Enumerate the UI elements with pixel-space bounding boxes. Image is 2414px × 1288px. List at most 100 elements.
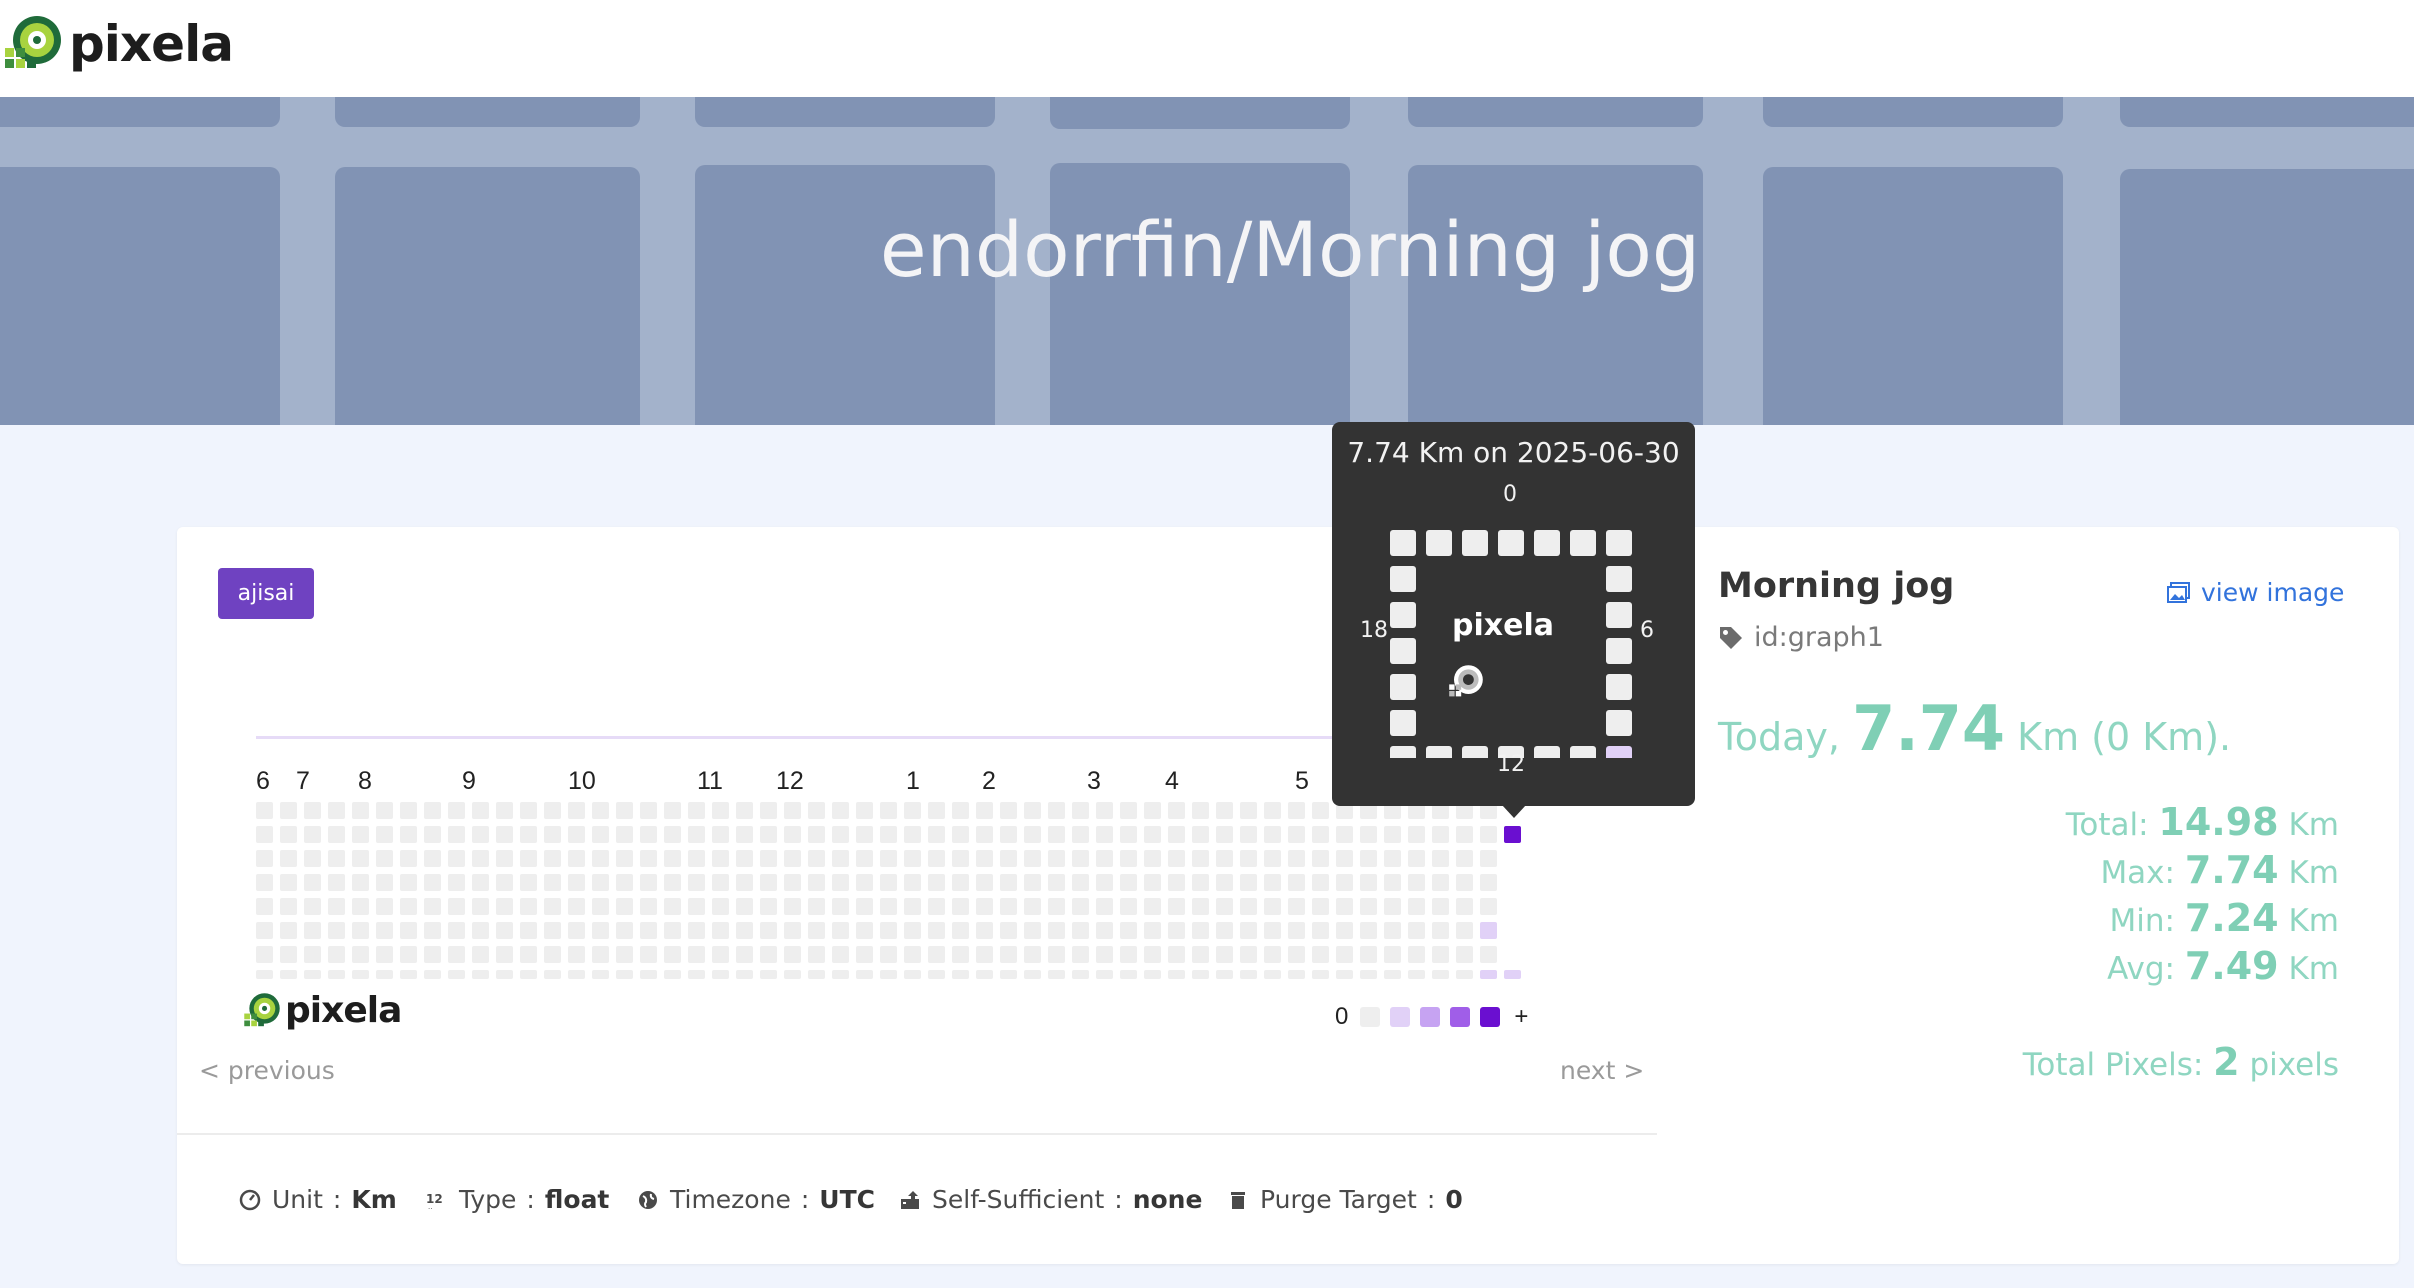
grid-pixel[interactable]	[736, 970, 753, 979]
grid-pixel[interactable]	[1336, 946, 1353, 963]
grid-pixel[interactable]	[256, 826, 273, 843]
grid-pixel[interactable]	[448, 826, 465, 843]
grid-pixel[interactable]	[1192, 874, 1209, 891]
grid-pixel[interactable]	[736, 946, 753, 963]
grid-pixel[interactable]	[496, 922, 513, 939]
grid-pixel[interactable]	[1072, 802, 1089, 819]
grid-pixel[interactable]	[1384, 874, 1401, 891]
grid-pixel[interactable]	[1312, 874, 1329, 891]
grid-pixel[interactable]	[568, 898, 585, 915]
grid-pixel[interactable]	[1384, 898, 1401, 915]
grid-pixel[interactable]	[376, 898, 393, 915]
grid-pixel[interactable]	[880, 898, 897, 915]
grid-pixel[interactable]	[1480, 826, 1497, 843]
grid-pixel[interactable]	[1072, 826, 1089, 843]
grid-pixel[interactable]	[1336, 850, 1353, 867]
grid-pixel[interactable]	[712, 850, 729, 867]
pixela-footer-logo[interactable]: pixela	[243, 990, 402, 1031]
grid-pixel[interactable]	[1360, 970, 1377, 979]
grid-pixel[interactable]	[640, 874, 657, 891]
grid-pixel[interactable]	[400, 898, 417, 915]
grid-pixel[interactable]	[1072, 922, 1089, 939]
theme-tag[interactable]: ajisai	[218, 568, 314, 619]
grid-pixel[interactable]	[424, 922, 441, 939]
grid-pixel[interactable]	[784, 802, 801, 819]
grid-pixel[interactable]	[472, 970, 489, 979]
grid-pixel[interactable]	[1168, 850, 1185, 867]
grid-pixel[interactable]	[1192, 946, 1209, 963]
grid-pixel[interactable]	[1000, 970, 1017, 979]
grid-pixel[interactable]	[808, 970, 825, 979]
grid-pixel[interactable]	[1264, 922, 1281, 939]
grid-pixel[interactable]	[1144, 802, 1161, 819]
grid-pixel[interactable]	[304, 850, 321, 867]
grid-pixel[interactable]	[928, 970, 945, 979]
grid-pixel[interactable]	[712, 826, 729, 843]
grid-pixel[interactable]	[496, 874, 513, 891]
grid-pixel[interactable]	[1120, 922, 1137, 939]
grid-pixel[interactable]	[1048, 802, 1065, 819]
grid-pixel[interactable]	[688, 850, 705, 867]
grid-pixel[interactable]	[1480, 946, 1497, 963]
grid-pixel[interactable]	[256, 874, 273, 891]
grid-pixel[interactable]	[328, 826, 345, 843]
grid-pixel[interactable]	[1432, 850, 1449, 867]
grid-pixel[interactable]	[856, 850, 873, 867]
grid-pixel[interactable]	[568, 946, 585, 963]
grid-pixel[interactable]	[1360, 826, 1377, 843]
grid-pixel[interactable]	[1216, 826, 1233, 843]
grid-pixel[interactable]	[400, 802, 417, 819]
grid-pixel[interactable]	[904, 946, 921, 963]
grid-pixel[interactable]	[424, 802, 441, 819]
grid-pixel[interactable]	[616, 826, 633, 843]
grid-pixel[interactable]	[1168, 922, 1185, 939]
grid-pixel[interactable]	[952, 850, 969, 867]
grid-pixel[interactable]	[472, 850, 489, 867]
grid-pixel[interactable]	[304, 874, 321, 891]
grid-pixel[interactable]	[1048, 922, 1065, 939]
grid-pixel[interactable]	[1264, 850, 1281, 867]
grid-pixel[interactable]	[1216, 922, 1233, 939]
grid-pixel[interactable]	[400, 826, 417, 843]
grid-pixel[interactable]	[568, 970, 585, 979]
grid-pixel[interactable]	[472, 826, 489, 843]
grid-pixel[interactable]	[520, 850, 537, 867]
grid-pixel[interactable]	[880, 946, 897, 963]
grid-pixel[interactable]	[1048, 946, 1065, 963]
grid-pixel[interactable]	[640, 922, 657, 939]
grid-pixel[interactable]	[304, 970, 321, 979]
grid-pixel[interactable]	[1072, 970, 1089, 979]
grid-pixel[interactable]	[1336, 922, 1353, 939]
grid-pixel[interactable]	[352, 802, 369, 819]
grid-pixel[interactable]	[520, 898, 537, 915]
grid-pixel[interactable]	[1048, 898, 1065, 915]
pixela-logo[interactable]: pixela	[3, 14, 234, 74]
grid-pixel[interactable]	[280, 922, 297, 939]
grid-pixel[interactable]	[1120, 970, 1137, 979]
grid-pixel[interactable]	[304, 898, 321, 915]
grid-pixel[interactable]	[520, 826, 537, 843]
grid-pixel[interactable]	[472, 898, 489, 915]
grid-pixel[interactable]	[832, 874, 849, 891]
grid-pixel[interactable]	[1456, 898, 1473, 915]
grid-pixel[interactable]	[856, 946, 873, 963]
grid-pixel[interactable]	[1000, 898, 1017, 915]
grid-pixel[interactable]	[832, 970, 849, 979]
grid-pixel[interactable]	[520, 922, 537, 939]
grid-pixel[interactable]	[1144, 946, 1161, 963]
grid-pixel[interactable]	[1480, 874, 1497, 891]
grid-pixel[interactable]	[664, 898, 681, 915]
grid-pixel[interactable]	[520, 970, 537, 979]
grid-pixel[interactable]	[688, 922, 705, 939]
grid-pixel[interactable]	[1096, 970, 1113, 979]
grid-pixel[interactable]	[304, 802, 321, 819]
grid-pixel[interactable]	[280, 898, 297, 915]
grid-pixel[interactable]	[1360, 922, 1377, 939]
grid-pixel[interactable]	[1336, 898, 1353, 915]
grid-pixel[interactable]	[1000, 946, 1017, 963]
grid-pixel[interactable]	[1000, 850, 1017, 867]
grid-pixel[interactable]	[1408, 970, 1425, 979]
grid-pixel[interactable]	[736, 802, 753, 819]
grid-pixel[interactable]	[832, 802, 849, 819]
grid-pixel[interactable]	[280, 970, 297, 979]
